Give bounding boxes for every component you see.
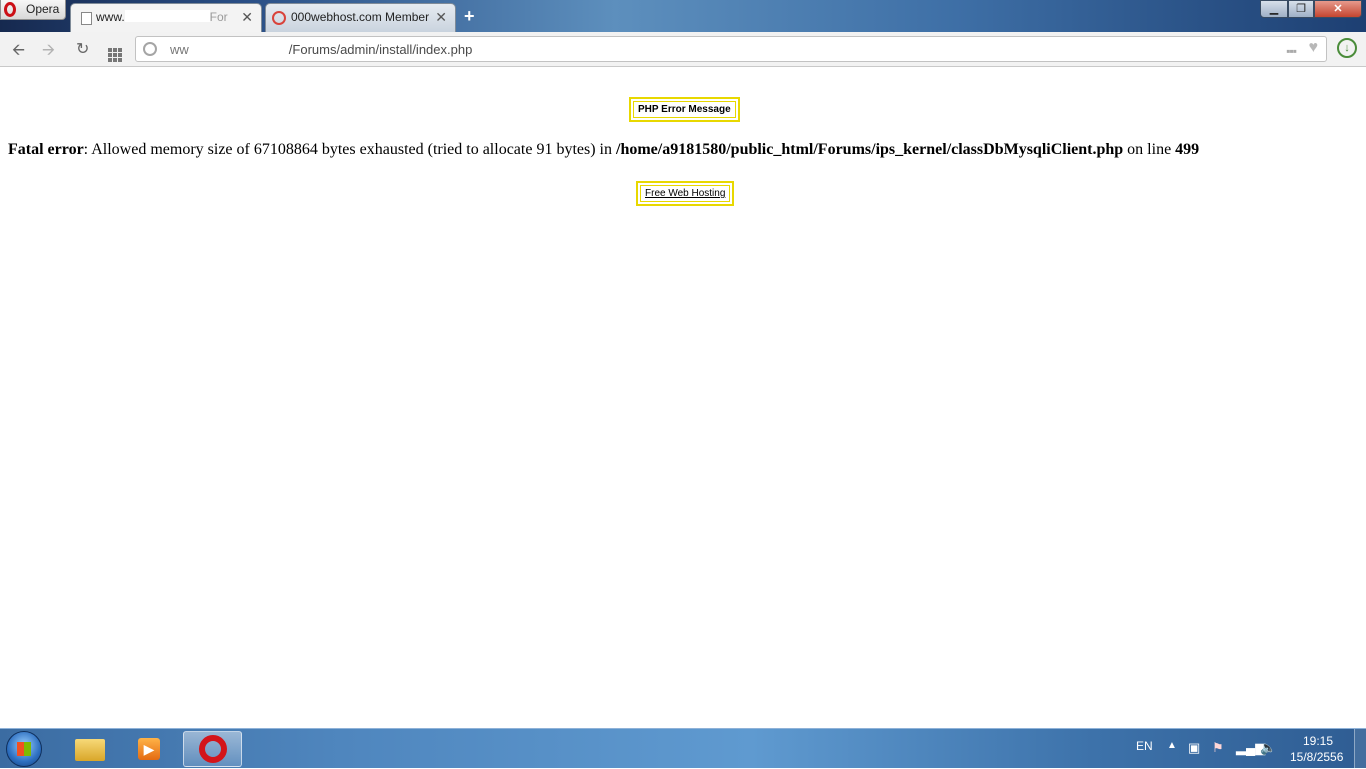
error-line-number: 499 xyxy=(1175,141,1200,158)
tab-000webhost[interactable]: 000webhost.com Member ✕ xyxy=(265,3,456,32)
new-tab-button[interactable]: + xyxy=(464,6,475,27)
taskbar-opera[interactable] xyxy=(183,731,242,767)
fatal-error-text: Fatal error: Allowed memory size of 6710… xyxy=(8,141,1200,158)
close-tab-icon[interactable]: ✕ xyxy=(435,9,447,26)
start-button[interactable] xyxy=(6,731,42,767)
folder-icon xyxy=(75,739,105,761)
language-indicator[interactable]: EN xyxy=(1136,739,1153,753)
close-tab-icon[interactable]: ✕ xyxy=(241,9,253,26)
tab-title: 000webhost.com Member xyxy=(291,10,430,24)
url-text[interactable]: ww/Forums/admin/install/index.php xyxy=(170,41,472,57)
free-web-hosting-box: Free Web Hosting xyxy=(636,181,735,206)
fatal-error-label: Fatal error xyxy=(8,141,84,158)
taskbar-media-player[interactable]: ▶ xyxy=(122,731,178,767)
tab-forums[interactable]: www. For ✕ xyxy=(70,3,262,32)
extensions-grid-icon[interactable]: ▪▪▪ xyxy=(1286,44,1297,58)
media-player-icon: ▶ xyxy=(138,738,160,760)
speed-dial-icon[interactable] xyxy=(108,39,122,62)
address-bar[interactable]: ww/Forums/admin/install/index.php ▪▪▪ ♥ xyxy=(135,36,1327,62)
site-info-icon[interactable] xyxy=(143,42,157,56)
page-icon xyxy=(81,12,92,25)
maximize-button[interactable]: ❐ xyxy=(1288,0,1314,18)
php-error-message-box: PHP Error Message xyxy=(629,97,740,122)
windows-logo-icon xyxy=(17,742,31,756)
safely-remove-hardware-icon[interactable]: ▣ xyxy=(1188,740,1200,756)
php-error-message-label: PHP Error Message xyxy=(633,101,736,118)
navigation-bar: 🡨 🡪 ↻ ww/Forums/admin/install/index.php … xyxy=(0,32,1366,67)
windows-taskbar: ▶ EN ▲ ▣ ⚑ ▂▄▆ 🔈 19:15 15/8/2556 xyxy=(0,728,1366,769)
clock-time[interactable]: 19:15 xyxy=(1303,734,1333,748)
volume-icon[interactable]: 🔈 xyxy=(1260,740,1276,756)
opera-logo-icon xyxy=(4,2,16,17)
clock-date[interactable]: 15/8/2556 xyxy=(1290,750,1343,764)
000webhost-favicon-icon xyxy=(272,11,286,25)
forward-arrow-icon[interactable]: 🡪 xyxy=(42,39,55,66)
tab-title: www. For xyxy=(96,10,228,24)
browser-title-bar: Opera www. For ✕ 000webhost.com Member ✕ … xyxy=(0,0,1366,32)
show-desktop-button[interactable] xyxy=(1354,729,1366,769)
show-hidden-icons-icon[interactable]: ▲ xyxy=(1167,740,1177,751)
close-window-button[interactable]: ✕ xyxy=(1314,0,1362,18)
back-arrow-icon[interactable]: 🡨 xyxy=(12,39,25,66)
reload-icon[interactable]: ↻ xyxy=(76,39,89,59)
taskbar-explorer[interactable] xyxy=(62,731,118,767)
minimize-button[interactable]: ▁ xyxy=(1260,0,1288,18)
download-icon[interactable]: ↓ xyxy=(1337,38,1357,58)
free-web-hosting-link[interactable]: Free Web Hosting xyxy=(645,188,725,199)
bookmark-heart-icon[interactable]: ♥ xyxy=(1309,39,1319,57)
opera-menu-label: Opera xyxy=(26,2,60,16)
opera-menu-button[interactable]: Opera xyxy=(0,0,66,20)
opera-icon xyxy=(199,735,227,763)
page-content: PHP Error Message Fatal error: Allowed m… xyxy=(0,67,1366,728)
error-file-path: /home/a9181580/public_html/Forums/ips_ke… xyxy=(616,141,1124,158)
action-center-flag-icon[interactable]: ⚑ xyxy=(1212,740,1224,756)
